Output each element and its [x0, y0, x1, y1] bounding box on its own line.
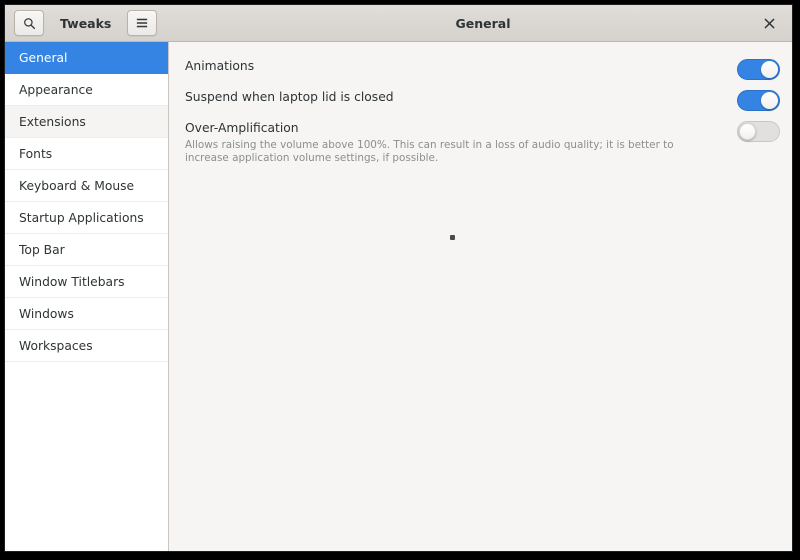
sidebar-item-label: Startup Applications [19, 210, 144, 225]
header-right-group [758, 12, 792, 34]
sidebar-item-keyboard-and-mouse[interactable]: Keyboard & Mouse [5, 170, 168, 202]
screen: Tweaks General General Appearance Extens… [0, 0, 800, 560]
setting-row-over-amplification: Over-Amplification Allows raising the vo… [185, 118, 780, 167]
search-icon [23, 17, 36, 30]
setting-row-animations: Animations [185, 56, 780, 87]
setting-description: Allows raising the volume above 100%. Th… [185, 139, 674, 164]
hamburger-menu-icon [135, 17, 149, 29]
header-bar: Tweaks General [5, 5, 792, 42]
sidebar-item-fonts[interactable]: Fonts [5, 138, 168, 170]
content-area: Animations Suspend when laptop lid is cl… [169, 42, 792, 551]
main-menu-button[interactable] [127, 10, 158, 36]
sidebar-item-startup-applications[interactable]: Startup Applications [5, 202, 168, 234]
sidebar-item-appearance[interactable]: Appearance [5, 74, 168, 106]
sidebar: General Appearance Extensions Fonts Keyb… [5, 42, 169, 551]
sidebar-item-general[interactable]: General [5, 42, 168, 74]
setting-control [737, 89, 780, 111]
toggle-knob [761, 61, 778, 78]
sidebar-item-label: Keyboard & Mouse [19, 178, 135, 193]
setting-control [737, 120, 780, 142]
settings-list: Animations Suspend when laptop lid is cl… [169, 42, 792, 167]
setting-title: Suspend when laptop lid is closed [185, 90, 394, 104]
sidebar-item-label: General [19, 50, 68, 65]
sidebar-item-top-bar[interactable]: Top Bar [5, 234, 168, 266]
close-icon [764, 14, 775, 33]
setting-title: Over-Amplification [185, 121, 299, 135]
sidebar-item-label: Window Titlebars [19, 274, 125, 289]
app-title: Tweaks [60, 15, 112, 31]
setting-text: Suspend when laptop lid is closed [185, 89, 737, 105]
sidebar-item-workspaces[interactable]: Workspaces [5, 330, 168, 362]
sidebar-item-label: Extensions [19, 114, 86, 129]
close-button[interactable] [758, 12, 780, 34]
over-amplification-toggle[interactable] [737, 121, 780, 142]
toggle-knob [761, 92, 778, 109]
sidebar-item-label: Fonts [19, 146, 53, 161]
search-button[interactable] [14, 10, 44, 36]
setting-control [737, 58, 780, 80]
suspend-when-lid-closed-toggle[interactable] [737, 90, 780, 111]
tweaks-window: Tweaks General General Appearance Extens… [4, 4, 793, 552]
page-title: General [455, 15, 511, 31]
header-left-group: Tweaks [5, 10, 158, 36]
window-body: General Appearance Extensions Fonts Keyb… [5, 42, 792, 551]
pane-title-container: General [174, 5, 792, 41]
sidebar-item-label: Top Bar [19, 242, 65, 257]
animations-toggle[interactable] [737, 59, 780, 80]
setting-title: Animations [185, 59, 255, 73]
sidebar-item-label: Appearance [19, 82, 93, 97]
sidebar-item-label: Workspaces [19, 338, 93, 353]
setting-row-suspend-when-lid-closed: Suspend when laptop lid is closed [185, 87, 780, 118]
setting-text: Animations [185, 58, 737, 74]
toggle-knob [739, 123, 756, 140]
sidebar-item-label: Windows [19, 306, 74, 321]
sidebar-item-extensions[interactable]: Extensions [5, 106, 168, 138]
sidebar-item-windows[interactable]: Windows [5, 298, 168, 330]
setting-text: Over-Amplification Allows raising the vo… [185, 120, 737, 165]
mouse-cursor [450, 235, 455, 240]
sidebar-item-window-titlebars[interactable]: Window Titlebars [5, 266, 168, 298]
